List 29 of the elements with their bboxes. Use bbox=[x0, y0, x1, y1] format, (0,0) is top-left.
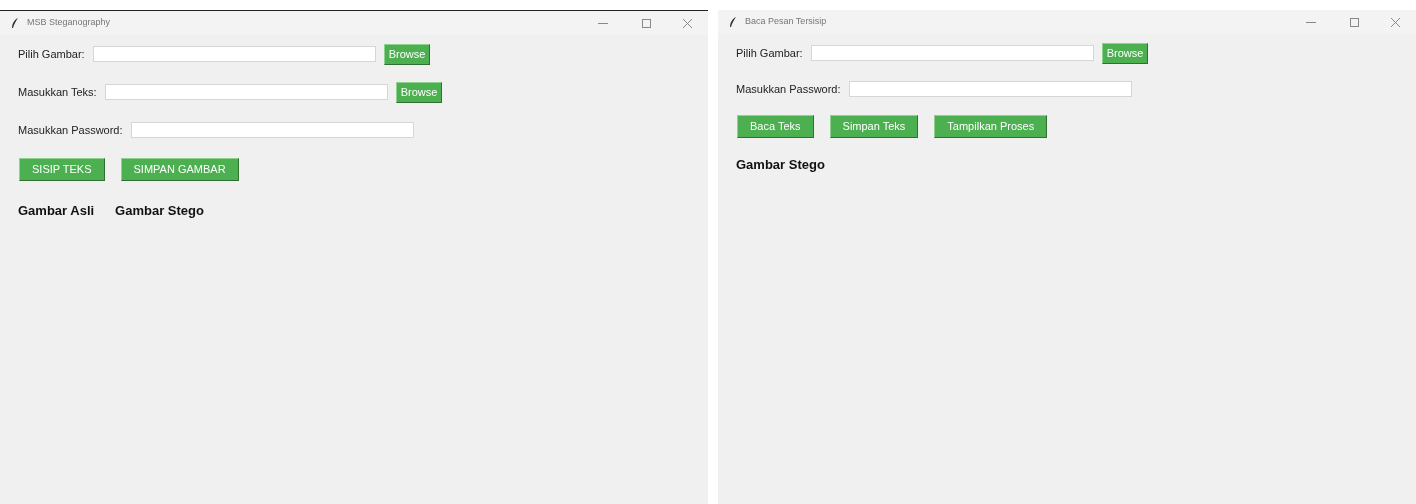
field-label: Masukkan Password: bbox=[18, 122, 123, 138]
image-heading: Gambar Stego bbox=[115, 202, 204, 220]
maximize-icon[interactable] bbox=[642, 18, 651, 28]
feather-icon bbox=[729, 16, 737, 28]
browse-button[interactable]: Browse bbox=[383, 43, 431, 65]
image-heading: Gambar Stego bbox=[736, 156, 825, 174]
action-button[interactable]: SISIP TEKS bbox=[19, 158, 105, 181]
window-title: Baca Pesan Tersisip bbox=[745, 15, 827, 29]
input-field[interactable] bbox=[130, 122, 414, 138]
field-label: Masukkan Password: bbox=[736, 81, 841, 97]
action-button[interactable]: SIMPAN GAMBAR bbox=[120, 158, 239, 181]
maximize-icon[interactable] bbox=[1350, 17, 1359, 27]
window-title: MSB Steganography bbox=[27, 16, 111, 30]
input-field[interactable] bbox=[810, 45, 1094, 61]
field-label: Pilih Gambar: bbox=[736, 45, 803, 61]
input-field[interactable] bbox=[848, 81, 1132, 97]
input-field[interactable] bbox=[104, 84, 388, 100]
close-icon[interactable] bbox=[683, 18, 692, 28]
action-button[interactable]: Tampilkan Proses bbox=[934, 115, 1048, 138]
action-button[interactable]: Simpan Teks bbox=[829, 115, 919, 138]
field-label: Masukkan Teks: bbox=[18, 84, 97, 100]
browse-button[interactable]: Browse bbox=[1101, 42, 1149, 64]
field-label: Pilih Gambar: bbox=[18, 46, 85, 62]
browse-button[interactable]: Browse bbox=[395, 81, 443, 103]
close-icon[interactable] bbox=[1391, 17, 1400, 27]
input-field[interactable] bbox=[92, 46, 376, 62]
feather-icon bbox=[11, 17, 19, 29]
action-button[interactable]: Baca Teks bbox=[737, 115, 814, 138]
image-heading: Gambar Asli bbox=[18, 202, 95, 220]
